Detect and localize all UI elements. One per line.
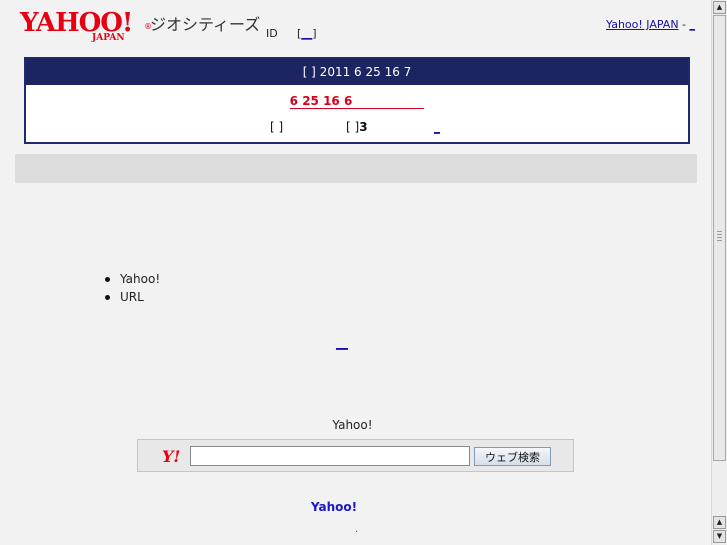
scrollbar-thumb[interactable] bbox=[713, 15, 726, 461]
yahoo-japan-top-link[interactable]: Yahoo! JAPAN bbox=[606, 18, 679, 31]
grey-banner-bar bbox=[15, 154, 697, 183]
search-label: Yahoo! bbox=[332, 418, 373, 432]
scrollbar-grip-icon bbox=[717, 231, 722, 243]
middle-link[interactable]: __ bbox=[336, 336, 348, 350]
notice-detail-b: [ ]3 bbox=[346, 120, 368, 134]
top-right-separator: - bbox=[678, 18, 690, 31]
id-login-link[interactable]: __ bbox=[301, 27, 312, 40]
footer-yahoo-link[interactable]: Yahoo! bbox=[0, 500, 668, 514]
notice-detail-link[interactable]: _ bbox=[434, 120, 440, 134]
top-right-help-link[interactable]: _ bbox=[690, 18, 696, 31]
notice-date-line: 6 25 16 6 bbox=[26, 94, 688, 109]
notice-detail-a: [ ] bbox=[270, 120, 284, 134]
top-right-nav: Yahoo! JAPAN - _ bbox=[606, 18, 695, 31]
yahoo-y-logo-icon: Y! bbox=[162, 447, 181, 466]
scroll-up-bottom-icon[interactable]: ▲ bbox=[713, 516, 726, 529]
id-link-close-bracket: ] bbox=[312, 27, 317, 40]
search-box: Y! ウェブ検索 bbox=[137, 439, 574, 472]
notice-date-text: 6 25 16 6 bbox=[289, 94, 425, 109]
id-link-group: [__] bbox=[297, 27, 317, 40]
list-item: Yahoo! bbox=[104, 270, 160, 288]
page-viewport: YAHOO! JAPAN ® ジオシティーズ ID [__] Yahoo! JA… bbox=[0, 0, 711, 545]
scroll-down-icon[interactable]: ▼ bbox=[713, 530, 726, 543]
list-item: URL bbox=[104, 288, 160, 306]
logo-japan-text: JAPAN bbox=[92, 33, 125, 43]
web-search-button[interactable]: ウェブ検索 bbox=[474, 447, 551, 466]
id-label: ID bbox=[266, 27, 278, 40]
vertical-scrollbar[interactable]: ▲ ▲ ▼ bbox=[711, 0, 727, 545]
notice-detail-b-prefix: [ ] bbox=[346, 120, 360, 134]
footer-dot: . bbox=[355, 524, 359, 535]
notice-box: [ ] 2011 6 25 16 7 6 25 16 6 [ ] [ ]3 _ bbox=[24, 57, 690, 144]
notice-detail-b-count: 3 bbox=[359, 120, 368, 134]
service-name: ジオシティーズ bbox=[150, 15, 261, 34]
notice-header: [ ] 2011 6 25 16 7 bbox=[26, 59, 688, 85]
search-input[interactable] bbox=[190, 446, 470, 466]
notice-detail-line: [ ] [ ]3 _ bbox=[26, 120, 688, 136]
scroll-up-icon[interactable]: ▲ bbox=[713, 1, 726, 14]
info-list: Yahoo! URL bbox=[104, 270, 160, 306]
